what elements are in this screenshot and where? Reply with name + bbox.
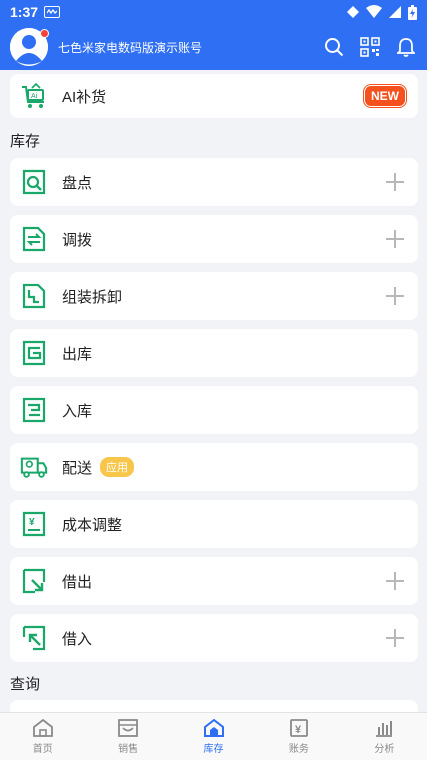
cost-adjust-icon: ¥	[20, 510, 48, 538]
delivery-truck-icon	[20, 453, 48, 481]
inventory-item-assembly[interactable]: 组装拆卸	[10, 272, 418, 320]
transfer-doc-icon	[20, 225, 48, 253]
tab-label: 账务	[288, 744, 309, 755]
inventory-item-label: 借入	[62, 630, 93, 648]
unread-dot	[40, 29, 49, 38]
ledger-icon: ¥	[290, 719, 308, 737]
inventory-item-borrow-in[interactable]: 借入	[10, 614, 418, 662]
inventory-item-delivery[interactable]: 配送 应用	[10, 443, 418, 491]
tab-label: 分析	[374, 744, 395, 755]
svg-text:¥: ¥	[29, 517, 35, 528]
inventory-item-inbound[interactable]: 入库	[10, 386, 418, 434]
status-bar: 1:37	[0, 0, 427, 24]
section-title-inventory: 库存	[10, 133, 41, 150]
tab-label: 库存	[203, 744, 224, 755]
inventory-item-label: 调拨	[62, 231, 93, 249]
inventory-item-lend-out[interactable]: 借出	[10, 557, 418, 605]
inventory-item-outbound[interactable]: 出库	[10, 329, 418, 377]
inbound-doc-icon	[20, 396, 48, 424]
app-badge: 应用	[100, 457, 135, 477]
borrow-in-icon	[20, 624, 48, 652]
svg-text:¥: ¥	[295, 724, 302, 736]
home-icon	[32, 718, 53, 737]
bell-icon[interactable]	[395, 36, 417, 58]
add-icon[interactable]	[384, 228, 406, 250]
account-name: 七色米家电数码版演示账号	[58, 40, 203, 55]
signal-diamond-icon	[347, 6, 359, 18]
inventory-item-transfer[interactable]: 调拨	[10, 215, 418, 263]
app-bar: 七色米家电数码版演示账号	[0, 25, 427, 69]
inventory-item-label: 入库	[62, 402, 93, 420]
add-icon[interactable]	[384, 570, 406, 592]
ai-restock-label: AI补货	[62, 88, 107, 106]
inventory-item-label: 借出	[62, 573, 93, 591]
notification-icon	[44, 6, 61, 18]
inventory-item-stocktake[interactable]: 盘点	[10, 158, 418, 206]
inventory-item-label: 出库	[62, 345, 93, 363]
magnify-doc-icon	[20, 168, 48, 196]
search-icon[interactable]	[323, 36, 345, 58]
ai-restock-card[interactable]: Ai AI补货 NEW	[10, 74, 418, 118]
tab-ledger[interactable]: ¥ 账务	[256, 713, 341, 760]
app-header: 1:37 七色米家电数码版演示账号	[0, 0, 427, 70]
inventory-item-cost-adjust[interactable]: ¥ 成本调整	[10, 500, 418, 548]
ai-cart-icon: Ai	[20, 82, 48, 110]
tab-home[interactable]: 首页	[0, 713, 85, 760]
bottom-tab-bar: 首页 销售 库存 ¥ 账务 分析	[0, 712, 427, 760]
inventory-item-label: 配送	[62, 459, 93, 477]
wifi-icon	[366, 5, 382, 18]
analytics-icon	[376, 721, 393, 737]
outbound-doc-icon	[20, 339, 48, 367]
status-time: 1:37	[10, 4, 39, 20]
inventory-item-label: 盘点	[62, 174, 93, 192]
add-icon[interactable]	[384, 285, 406, 307]
section-title-query: 查询	[10, 676, 41, 693]
scan-qr-icon[interactable]	[359, 36, 381, 58]
tab-inventory[interactable]: 库存	[171, 713, 256, 760]
tab-label: 销售	[118, 744, 139, 755]
add-icon[interactable]	[384, 627, 406, 649]
avatar[interactable]	[10, 28, 49, 66]
add-icon[interactable]	[384, 171, 406, 193]
warehouse-icon	[203, 718, 224, 737]
store-icon	[118, 719, 139, 737]
tab-sales[interactable]: 销售	[85, 713, 170, 760]
battery-icon	[408, 4, 417, 20]
svg-text:Ai: Ai	[31, 93, 38, 100]
tab-analytics[interactable]: 分析	[342, 713, 427, 760]
query-item-partial[interactable]	[10, 700, 418, 712]
cell-signal-icon	[389, 6, 401, 18]
lend-out-icon	[20, 567, 48, 595]
main-content: Ai AI补货 NEW 库存 盘点 调拨 组装拆卸 出库 入库 配送 应用 ¥ …	[0, 70, 427, 712]
inventory-item-label: 成本调整	[62, 516, 123, 534]
new-badge: NEW	[364, 85, 406, 107]
tab-label: 首页	[32, 744, 53, 755]
status-icons	[346, 4, 417, 20]
inventory-item-label: 组装拆卸	[62, 288, 123, 306]
assemble-doc-icon	[20, 282, 48, 310]
